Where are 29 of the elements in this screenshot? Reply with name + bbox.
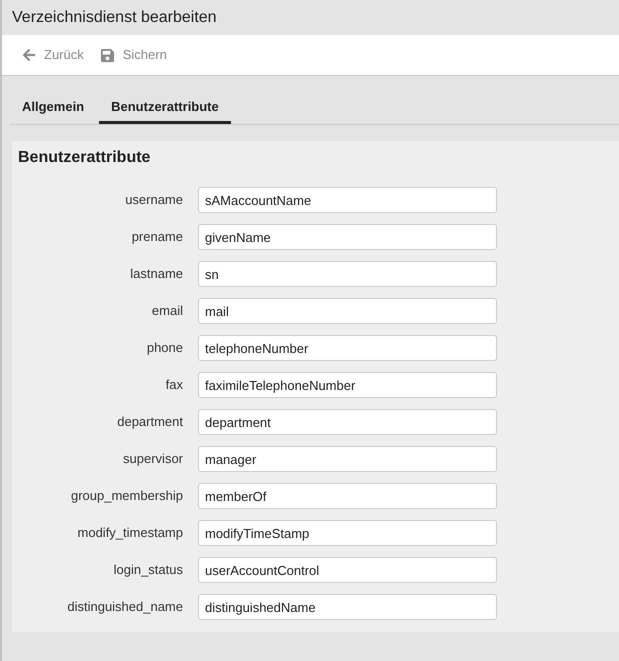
text-field[interactable]: sn: [198, 261, 497, 287]
field-label: distinguished_name: [66, 598, 183, 616]
field-label: email: [150, 302, 183, 320]
page-title: Verzeichnisdienst bearbeiten: [12, 8, 217, 28]
field-label: prename: [130, 228, 183, 246]
text-field[interactable]: memberOf: [198, 483, 497, 509]
field-label: login_status: [112, 561, 183, 580]
text-field[interactable]: mail: [198, 298, 497, 324]
text-field[interactable]: manager: [198, 446, 497, 472]
tab[interactable]: Allgemein: [10, 92, 96, 124]
field-label: group_membership: [70, 487, 183, 506]
text-field[interactable]: sAMaccountName: [198, 187, 497, 213]
field-label: phone: [146, 339, 183, 358]
text-field[interactable]: department: [198, 409, 497, 435]
field-label: fax: [164, 376, 183, 394]
text-field[interactable]: modifyTimeStamp: [198, 520, 497, 546]
panel-title: Benutzerattribute: [17, 148, 152, 168]
text-field[interactable]: distinguishedName: [198, 594, 497, 620]
field-label: department: [116, 413, 183, 432]
text-field[interactable]: telephoneNumber: [198, 335, 497, 361]
field-label: username: [124, 191, 183, 210]
field-label: supervisor: [122, 450, 183, 468]
text-field[interactable]: givenName: [198, 224, 497, 250]
text-field[interactable]: faximileTelephoneNumber: [198, 372, 497, 398]
field-label: lastname: [129, 265, 183, 284]
field-label: modify_timestamp: [76, 524, 183, 542]
arrow-left-icon: [22, 48, 36, 62]
text-field[interactable]: userAccountControl: [198, 557, 497, 583]
tab[interactable]: Benutzerattribute: [99, 92, 231, 124]
